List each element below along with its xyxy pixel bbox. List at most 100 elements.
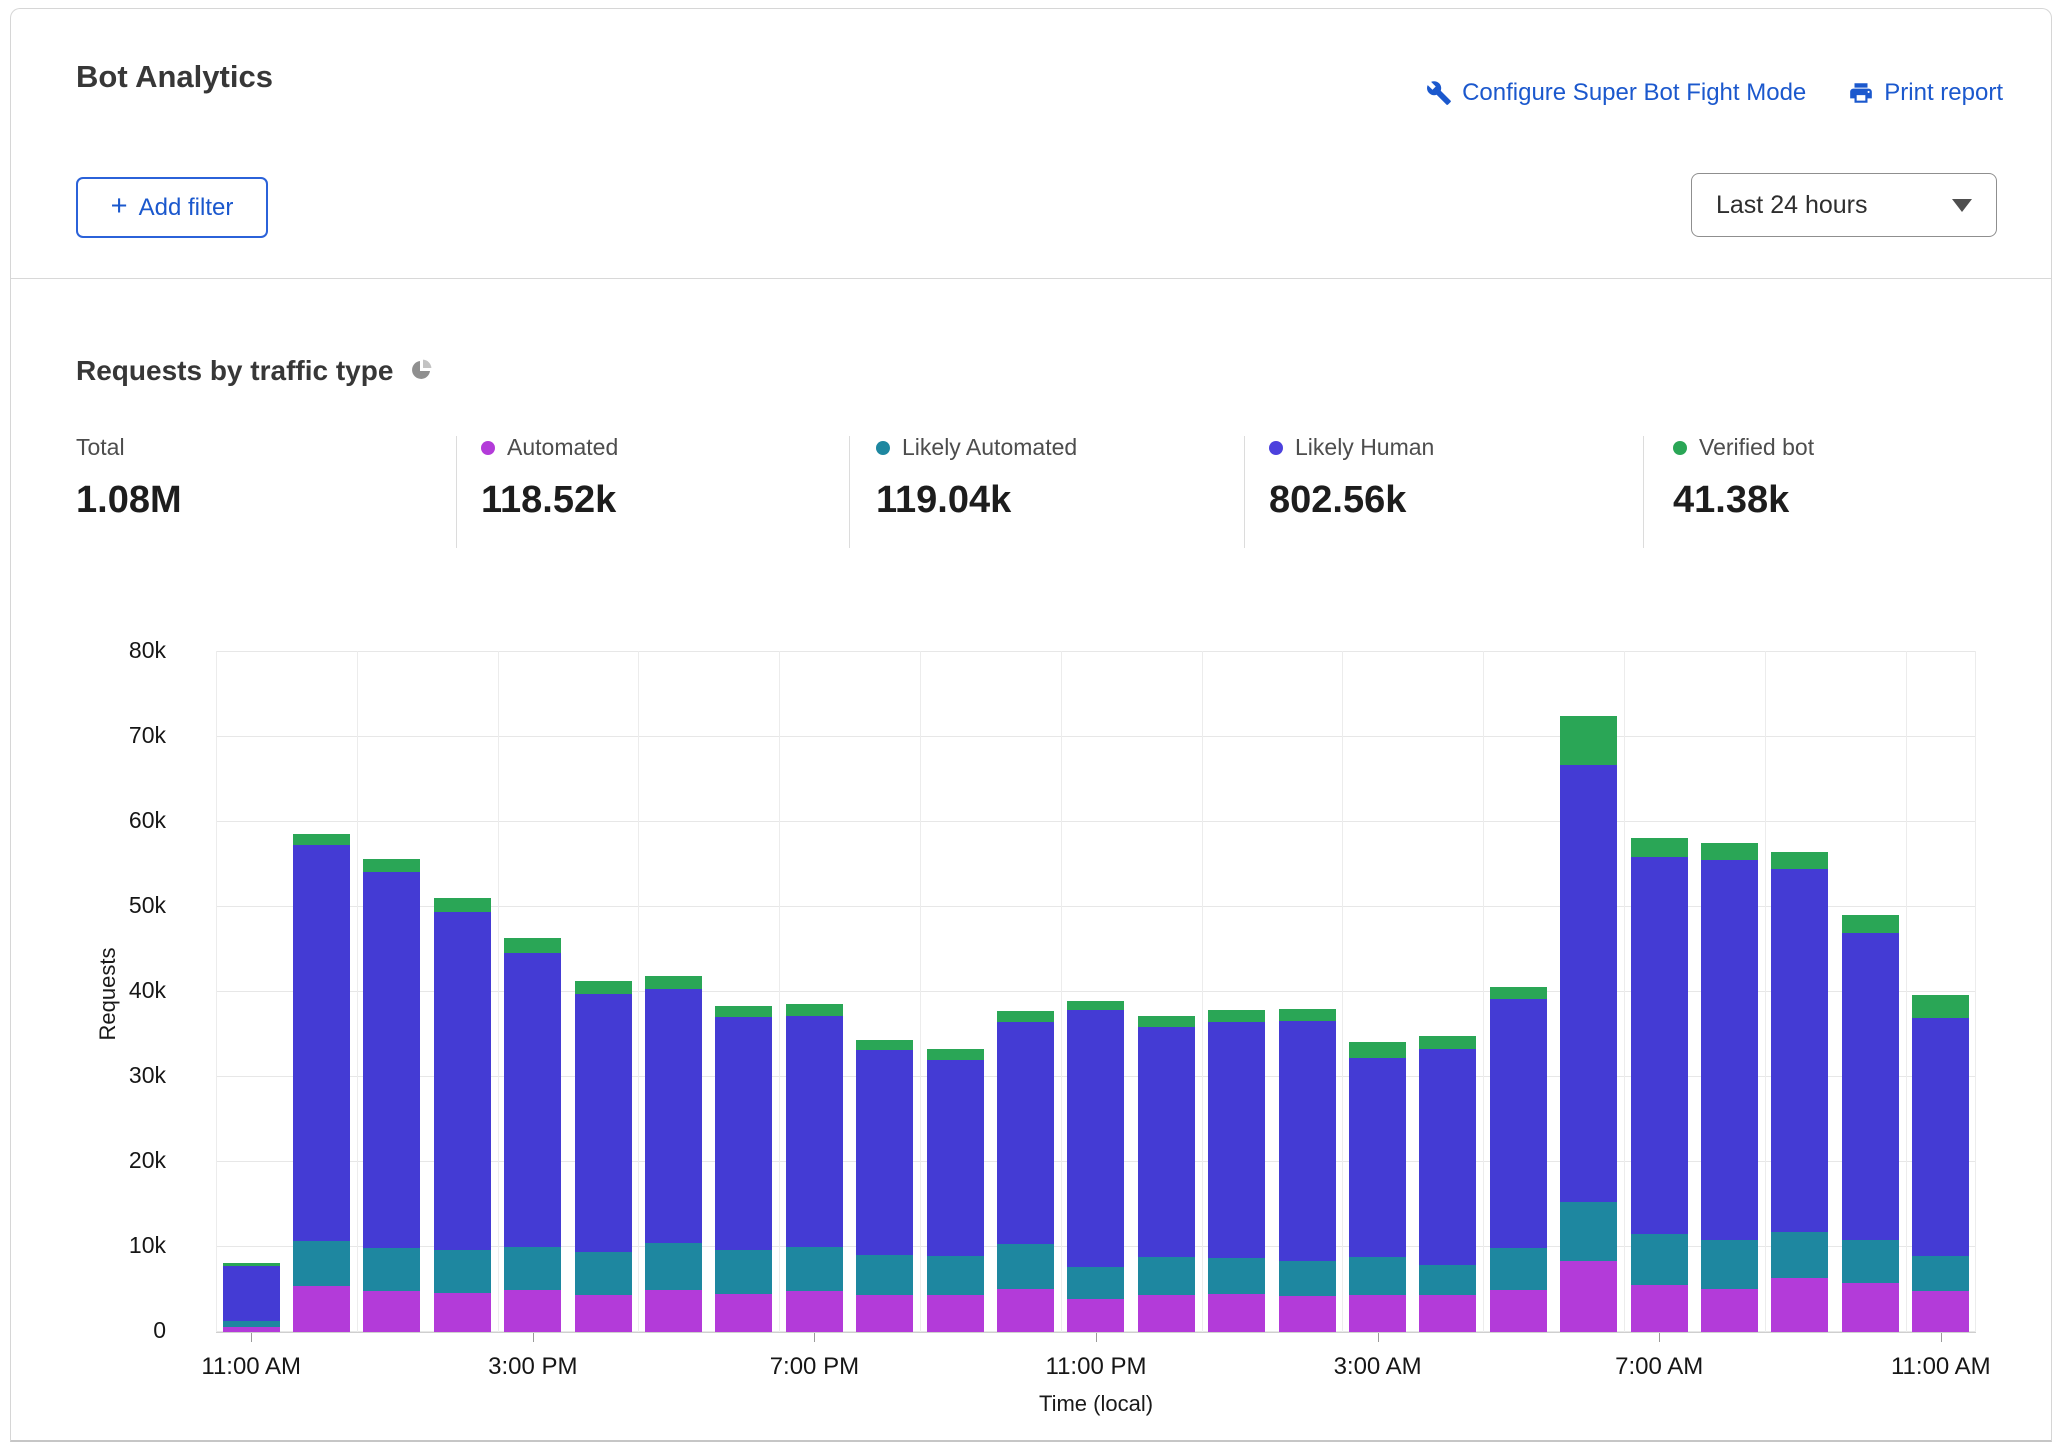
bar-9-00-am[interactable] xyxy=(1765,651,1835,1332)
segment-likely-human xyxy=(856,1049,914,1255)
bar-2-00-pm[interactable] xyxy=(427,651,497,1332)
segment-automated xyxy=(363,1291,421,1332)
x-axis-line xyxy=(216,1332,1976,1333)
bar-6-00-pm[interactable] xyxy=(709,651,779,1332)
segment-automated xyxy=(1348,1295,1406,1332)
bar-12-00-pm[interactable] xyxy=(286,651,356,1332)
x-tick-mark xyxy=(1377,1332,1379,1342)
bar-11-00-am[interactable] xyxy=(1905,651,1975,1332)
print-report-link[interactable]: Print report xyxy=(1848,79,2003,107)
bar-11-00-am[interactable] xyxy=(216,651,286,1332)
header-links: Configure Super Bot Fight Mode Print rep… xyxy=(1426,79,2003,107)
segment-automated xyxy=(1489,1290,1547,1332)
stat-value: 802.56k xyxy=(1269,479,1407,521)
segment-likely-automated xyxy=(504,1247,562,1290)
segment-likely-human xyxy=(1912,1017,1970,1256)
segment-likely-automated xyxy=(856,1254,914,1295)
printer-icon xyxy=(1848,80,1874,106)
segment-verified-bot xyxy=(785,1003,843,1016)
segment-likely-automated xyxy=(996,1243,1054,1289)
bar-6-00-am[interactable] xyxy=(1553,651,1623,1332)
x-tick-mark xyxy=(251,1332,253,1342)
x-axis-title: Time (local) xyxy=(1038,1391,1154,1416)
add-filter-button[interactable]: + Add filter xyxy=(76,177,268,238)
wrench-icon xyxy=(1426,80,1452,106)
segment-likely-automated xyxy=(1348,1257,1406,1296)
segment-automated xyxy=(433,1292,491,1332)
segment-verified-bot xyxy=(1278,1009,1336,1021)
bar-12-00-am[interactable] xyxy=(1131,651,1201,1332)
time-range-dropdown[interactable]: Last 24 hours xyxy=(1691,173,1997,237)
segment-verified-bot xyxy=(293,833,351,845)
stat-likely-human: Likely Human 802.56k xyxy=(1269,434,1434,522)
segment-automated xyxy=(1630,1285,1688,1332)
x-tick-label-3-00-am: 3:00 AM xyxy=(1333,1353,1422,1380)
stat-label: Likely Human xyxy=(1295,434,1435,460)
segment-automated xyxy=(715,1293,773,1332)
segment-automated xyxy=(785,1291,843,1332)
stat-divider xyxy=(849,436,850,548)
bar-2-00-am[interactable] xyxy=(1272,651,1342,1332)
segment-likely-human xyxy=(433,912,491,1250)
segment-likely-human xyxy=(1348,1058,1406,1258)
segment-verified-bot xyxy=(1560,715,1618,766)
add-filter-label: Add filter xyxy=(138,193,234,221)
bar-1-00-pm[interactable] xyxy=(357,651,427,1332)
segment-automated xyxy=(293,1286,351,1332)
x-tick-label-7-00-pm: 7:00 PM xyxy=(769,1353,860,1380)
time-range-value: Last 24 hours xyxy=(1716,190,1868,219)
x-tick-mark xyxy=(814,1332,816,1342)
segment-automated xyxy=(1560,1260,1618,1332)
bar-10-00-am[interactable] xyxy=(1835,651,1905,1332)
segment-likely-human xyxy=(1841,933,1899,1241)
segment-verified-bot xyxy=(1630,838,1688,857)
segment-likely-human xyxy=(785,1015,843,1248)
bar-7-00-am[interactable] xyxy=(1624,651,1694,1332)
bar-7-00-pm[interactable] xyxy=(779,651,849,1332)
x-tick-mark xyxy=(1940,1332,1942,1342)
bar-8-00-am[interactable] xyxy=(1694,651,1764,1332)
section-title-row: Requests by traffic type xyxy=(76,354,433,387)
stat-total: Total 1.08M xyxy=(76,434,182,522)
segment-likely-automated xyxy=(1560,1201,1618,1261)
segment-likely-human xyxy=(926,1060,984,1256)
stat-likely-automated: Likely Automated 119.04k xyxy=(876,434,1077,522)
bar-4-00-am[interactable] xyxy=(1413,651,1483,1332)
segment-verified-bot xyxy=(856,1040,914,1050)
bar-3-00-am[interactable] xyxy=(1342,651,1412,1332)
segment-likely-human xyxy=(1771,868,1829,1232)
segment-likely-automated xyxy=(1278,1260,1336,1297)
stat-automated: Automated 118.52k xyxy=(481,434,618,522)
segment-likely-human xyxy=(574,993,632,1253)
segment-automated xyxy=(1067,1298,1125,1332)
segment-likely-automated xyxy=(926,1255,984,1296)
bar-5-00-pm[interactable] xyxy=(638,651,708,1332)
bar-1-00-am[interactable] xyxy=(1201,651,1271,1332)
bar-9-00-pm[interactable] xyxy=(920,651,990,1332)
bar-8-00-pm[interactable] xyxy=(850,651,920,1332)
bar-4-00-pm[interactable] xyxy=(568,651,638,1332)
segment-likely-human xyxy=(1489,998,1547,1248)
bar-11-00-pm[interactable] xyxy=(1061,651,1131,1332)
bar-10-00-pm[interactable] xyxy=(990,651,1060,1332)
segment-verified-bot xyxy=(1348,1042,1406,1059)
stat-label: Automated xyxy=(507,434,619,460)
configure-super-bot-fight-mode-link[interactable]: Configure Super Bot Fight Mode xyxy=(1426,79,1806,107)
segment-automated xyxy=(856,1294,914,1332)
segment-likely-human xyxy=(222,1265,280,1321)
x-tick-label-3-00-pm: 3:00 PM xyxy=(488,1353,578,1380)
chevron-down-icon xyxy=(1952,198,1972,212)
segment-likely-automated xyxy=(785,1247,843,1292)
segment-automated xyxy=(1419,1295,1477,1332)
bar-5-00-am[interactable] xyxy=(1483,651,1553,1332)
x-tick-label-11-00-am: 11:00 AM xyxy=(1890,1353,1991,1380)
segment-automated xyxy=(1700,1288,1758,1332)
stat-value: 118.52k xyxy=(481,479,617,521)
segment-verified-bot xyxy=(1912,995,1970,1018)
bar-3-00-pm[interactable] xyxy=(498,651,568,1332)
y-tick-label-0: 0 xyxy=(153,1317,166,1343)
segment-verified-bot xyxy=(1841,914,1899,934)
stat-label: Verified bot xyxy=(1699,434,1815,460)
segment-verified-bot xyxy=(1137,1015,1195,1027)
segment-likely-automated xyxy=(1700,1240,1758,1289)
